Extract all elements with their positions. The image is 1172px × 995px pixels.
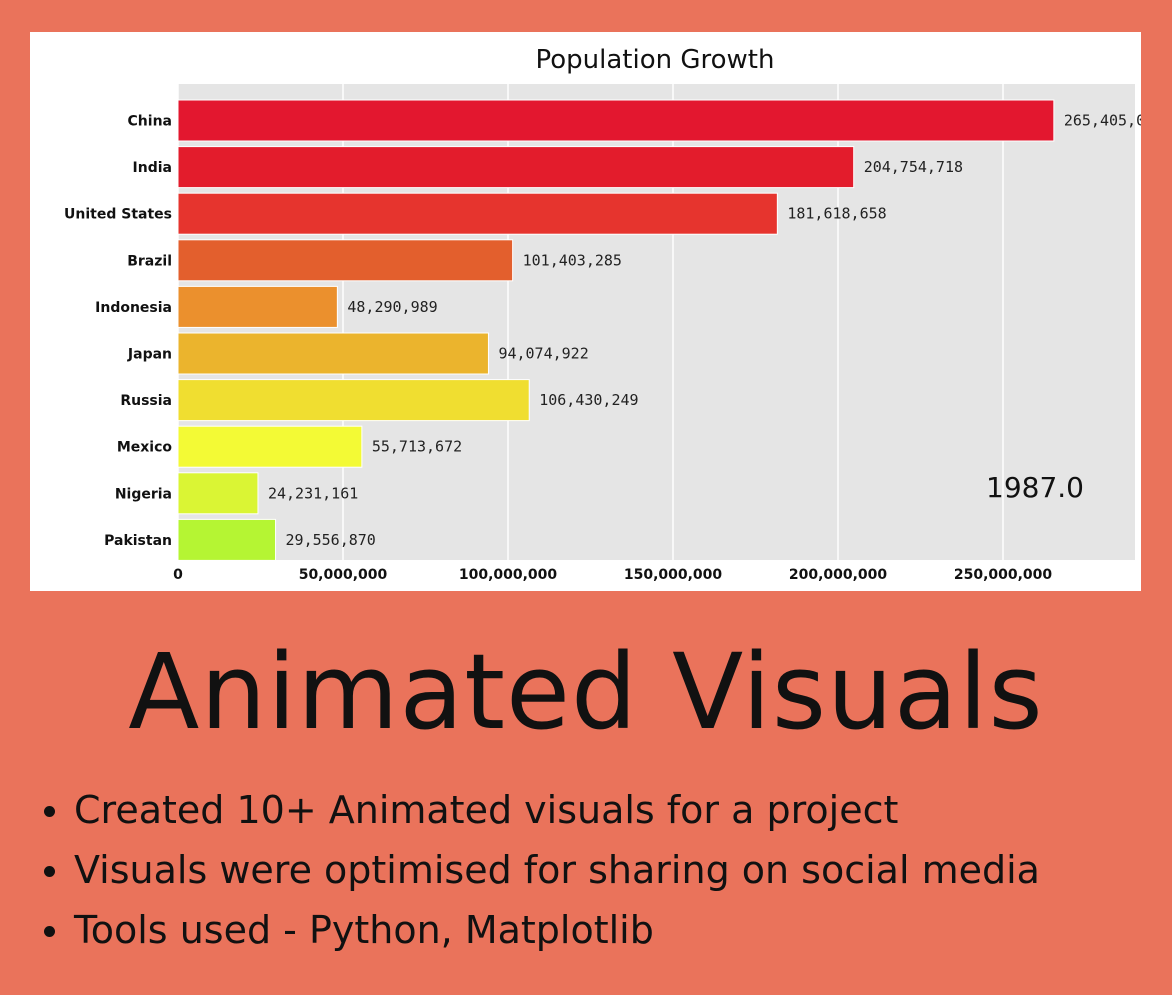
- bar: [177, 379, 530, 422]
- bar: [177, 146, 855, 189]
- bar: [177, 425, 363, 468]
- headline: Animated Visuals: [128, 631, 1044, 753]
- bullet-text: Tools used - Python, Matplotlib: [74, 908, 654, 952]
- year-label: 1987.0: [986, 471, 1084, 504]
- category-label: Russia: [120, 393, 172, 409]
- category-label: Brazil: [127, 253, 172, 269]
- bullet-item: Created 10+ Animated visuals for a proje…: [40, 780, 1040, 840]
- value-label: 29,556,870: [286, 531, 376, 549]
- bullet-text: Visuals were optimised for sharing on so…: [74, 848, 1040, 892]
- bar: [177, 518, 277, 561]
- x-tick-label: 50,000,000: [299, 567, 388, 583]
- bar: [177, 472, 259, 515]
- category-label: India: [133, 160, 172, 176]
- x-tick-label: 100,000,000: [459, 567, 558, 583]
- x-tick-label: 200,000,000: [789, 567, 888, 583]
- category-label: Pakistan: [104, 533, 172, 549]
- category-label: China: [128, 114, 172, 130]
- value-label: 48,290,989: [347, 298, 437, 316]
- bullet-dot-icon: [44, 806, 55, 817]
- bullet-dot-icon: [44, 866, 55, 877]
- bullet-text: Created 10+ Animated visuals for a proje…: [74, 788, 899, 832]
- x-tick-label: 150,000,000: [624, 567, 723, 583]
- value-label: 55,713,672: [372, 438, 462, 456]
- bar: [177, 332, 489, 375]
- bullet-item: Tools used - Python, Matplotlib: [40, 900, 1040, 960]
- category-label: Japan: [127, 347, 172, 363]
- chart-title: Population Growth: [536, 45, 775, 75]
- category-label: Mexico: [117, 440, 173, 456]
- category-label: United States: [64, 207, 172, 223]
- value-label: 265,405,0: [1064, 112, 1141, 130]
- bar: [177, 99, 1055, 142]
- bar: [177, 239, 514, 282]
- value-label: 24,231,161: [268, 484, 358, 502]
- value-label: 181,618,658: [787, 205, 886, 223]
- x-tick-label: 250,000,000: [954, 567, 1053, 583]
- value-label: 106,430,249: [539, 391, 638, 409]
- value-label: 94,074,922: [498, 345, 588, 363]
- category-label: Nigeria: [115, 486, 172, 502]
- chart-panel: 0 50,000,000 100,000,000 150,000,000 200,000…: [30, 32, 1141, 591]
- value-label: 101,403,285: [523, 251, 622, 269]
- bar: [177, 285, 338, 328]
- bar: [177, 192, 778, 235]
- bullet-item: Visuals were optimised for sharing on so…: [40, 840, 1040, 900]
- bullet-dot-icon: [44, 926, 55, 937]
- x-tick-label: 0: [173, 567, 183, 583]
- category-label: Indonesia: [95, 300, 172, 316]
- bullet-list: Created 10+ Animated visuals for a proje…: [40, 780, 1040, 960]
- value-label: 204,754,718: [864, 158, 963, 176]
- bar-chart: 0 50,000,000 100,000,000 150,000,000 200,000…: [64, 45, 1141, 583]
